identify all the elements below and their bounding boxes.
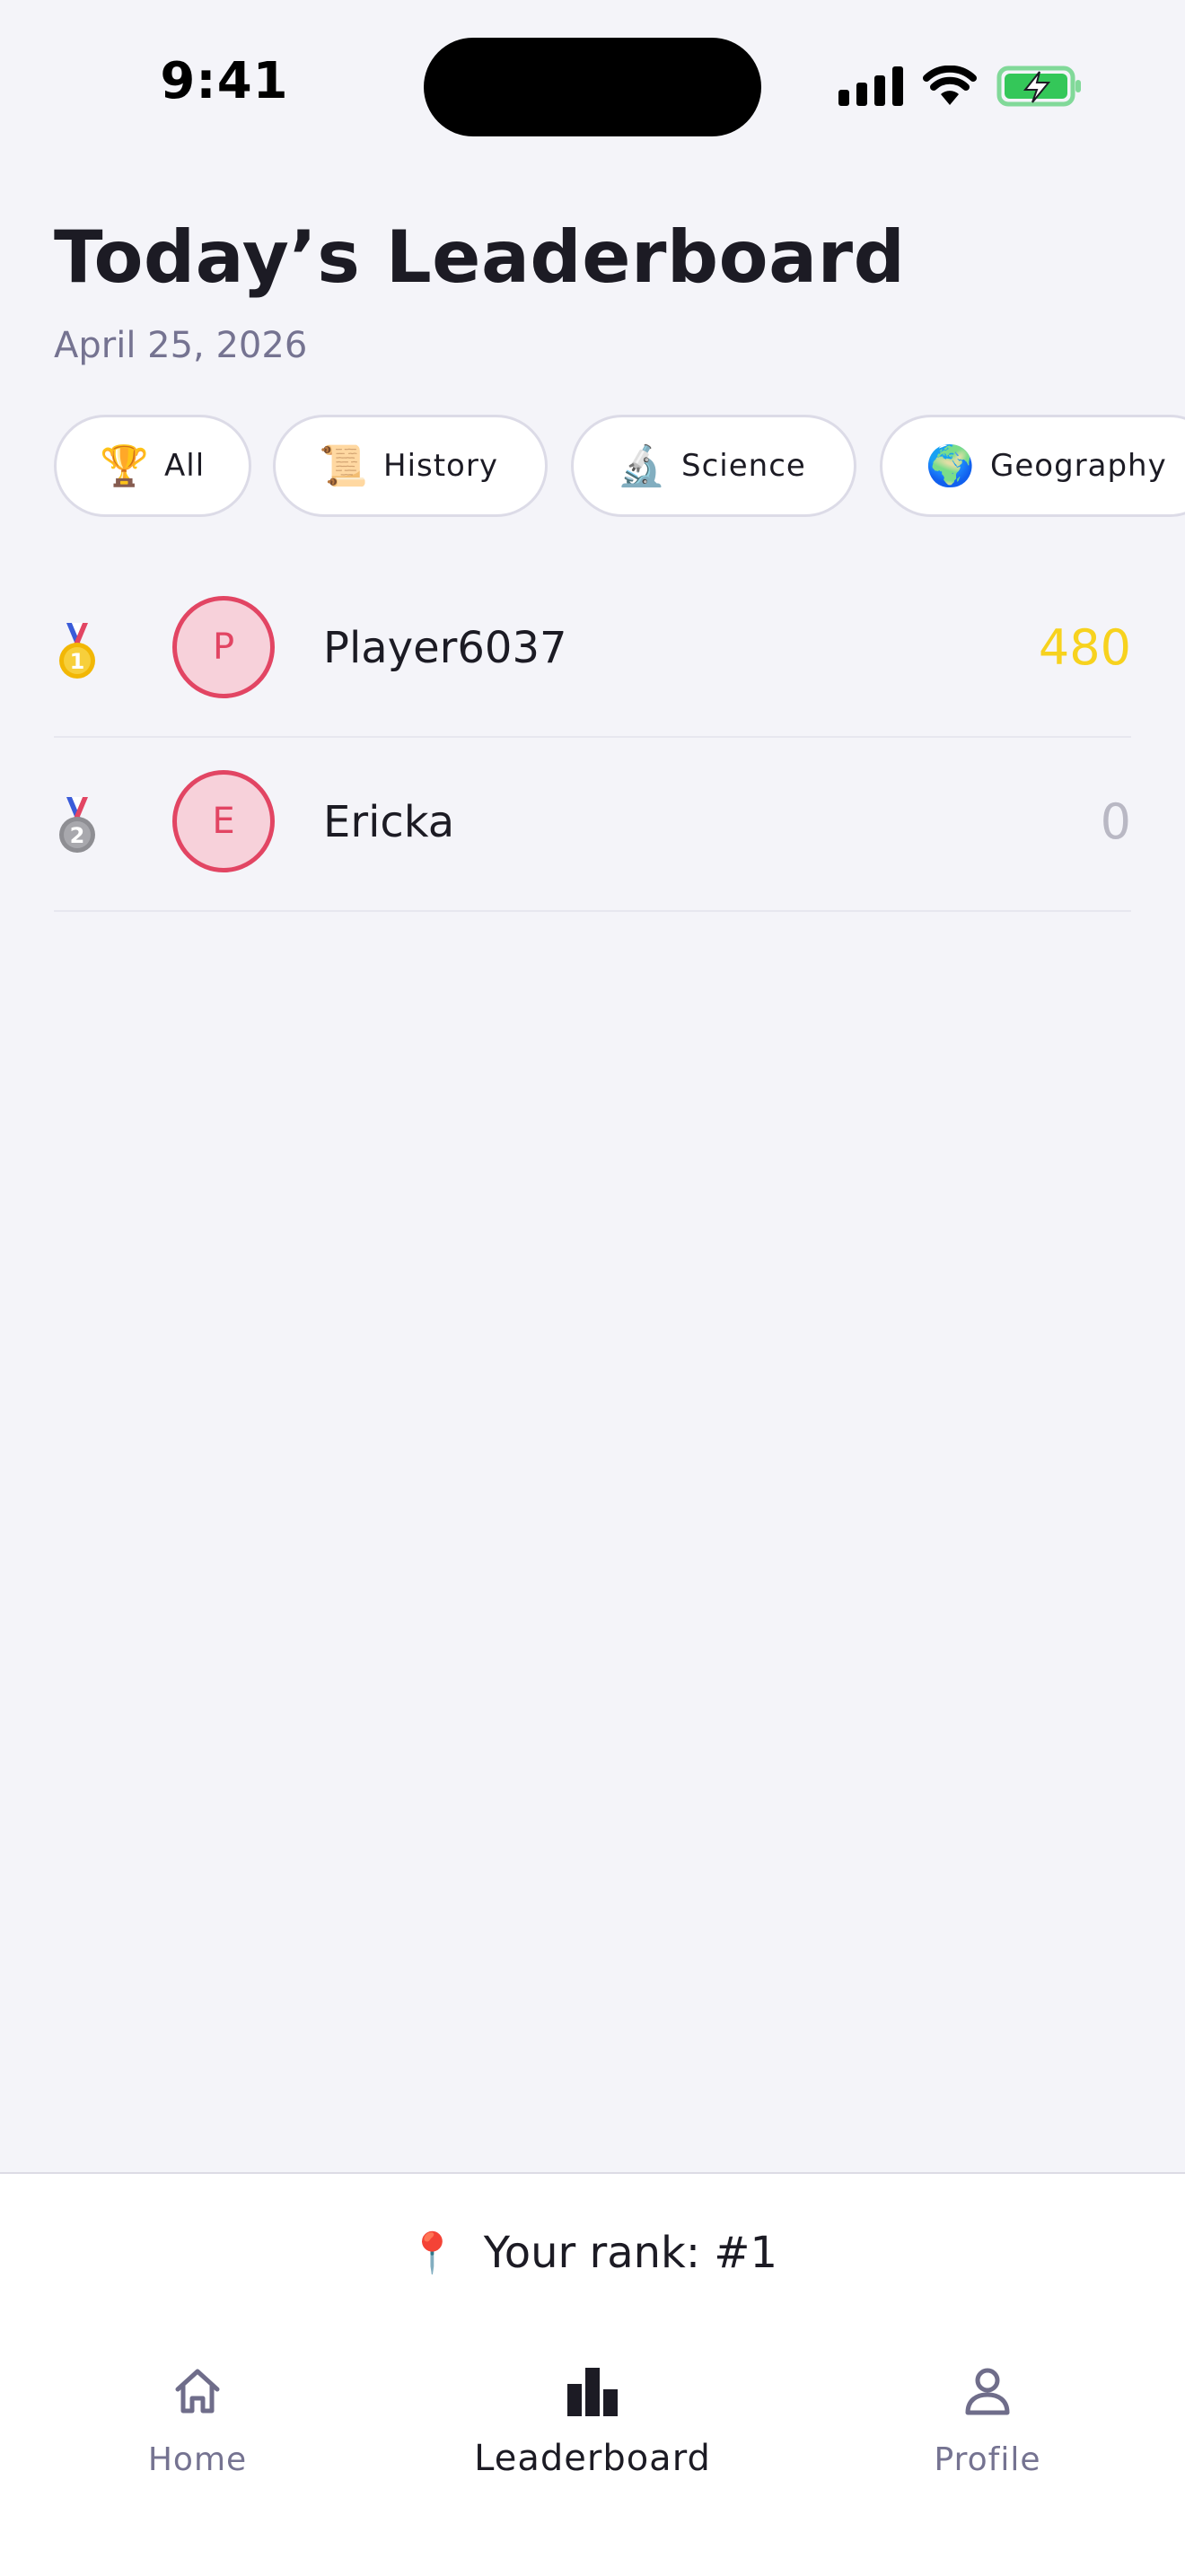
category-chip-label: All: [164, 448, 206, 484]
pin-icon: 📍: [407, 2230, 457, 2276]
tab-profile[interactable]: Profile: [790, 2344, 1185, 2524]
tab-label: Home: [147, 2441, 248, 2478]
your-rank-text: Your rank: #1: [483, 2228, 778, 2278]
silver-medal-icon: 2: [59, 797, 95, 853]
player-score: 0: [1100, 793, 1131, 850]
bottom-panel: 📍 Your rank: #1 Home Leaderboard Profile: [0, 2172, 1185, 2576]
category-chip-label: Science: [681, 448, 806, 484]
your-rank-bar: 📍 Your rank: #1: [0, 2228, 1185, 2278]
tab-leaderboard[interactable]: Leaderboard: [395, 2344, 790, 2524]
status-bar: 9:41: [0, 0, 1185, 171]
category-chip-all[interactable]: 🏆 All: [54, 415, 251, 517]
page-title: Today’s Leaderboard: [54, 215, 906, 299]
tab-bar: Home Leaderboard Profile: [0, 2344, 1185, 2524]
leaderboard-list: 1 P Player6037 480 2 E Ericka 0: [54, 564, 1131, 912]
profile-icon: [965, 2368, 1010, 2415]
player-name: Ericka: [323, 797, 455, 847]
player-name: Player6037: [323, 623, 567, 673]
leaderboard-icon: [567, 2368, 618, 2416]
gold-medal-icon: 1: [59, 623, 95, 679]
category-chip-label: Geography: [990, 448, 1167, 484]
scroll-icon: 📜: [319, 443, 368, 489]
svg-text:1: 1: [70, 649, 85, 674]
microscope-icon: 🔬: [617, 443, 666, 489]
globe-icon: 🌍: [926, 443, 975, 489]
avatar: E: [172, 770, 275, 872]
tab-label: Leaderboard: [474, 2438, 711, 2479]
category-filter-bar: 🏆 All 📜 History 🔬 Science 🌍 Geography: [54, 415, 1185, 521]
category-chip-label: History: [383, 448, 498, 484]
status-time: 9:41: [160, 52, 289, 110]
status-icons: [838, 63, 1083, 110]
player-score: 480: [1038, 619, 1131, 676]
dynamic-island: [424, 38, 761, 136]
battery-charging-icon: [996, 66, 1081, 107]
svg-text:2: 2: [70, 823, 85, 848]
signal-icon: [838, 66, 903, 106]
wifi-icon: [923, 66, 977, 105]
avatar: P: [172, 596, 275, 698]
page-date: April 25, 2026: [54, 325, 308, 366]
tab-label: Profile: [934, 2441, 1041, 2478]
home-icon: [175, 2369, 220, 2414]
leaderboard-row[interactable]: 1 P Player6037 480: [54, 564, 1131, 738]
leaderboard-row[interactable]: 2 E Ericka 0: [54, 738, 1131, 912]
category-chip-history[interactable]: 📜 History: [273, 415, 548, 517]
category-chip-geography[interactable]: 🌍 Geography: [880, 415, 1185, 517]
category-chip-science[interactable]: 🔬 Science: [571, 415, 856, 517]
tab-home[interactable]: Home: [0, 2344, 395, 2524]
trophy-icon: 🏆: [100, 443, 149, 489]
